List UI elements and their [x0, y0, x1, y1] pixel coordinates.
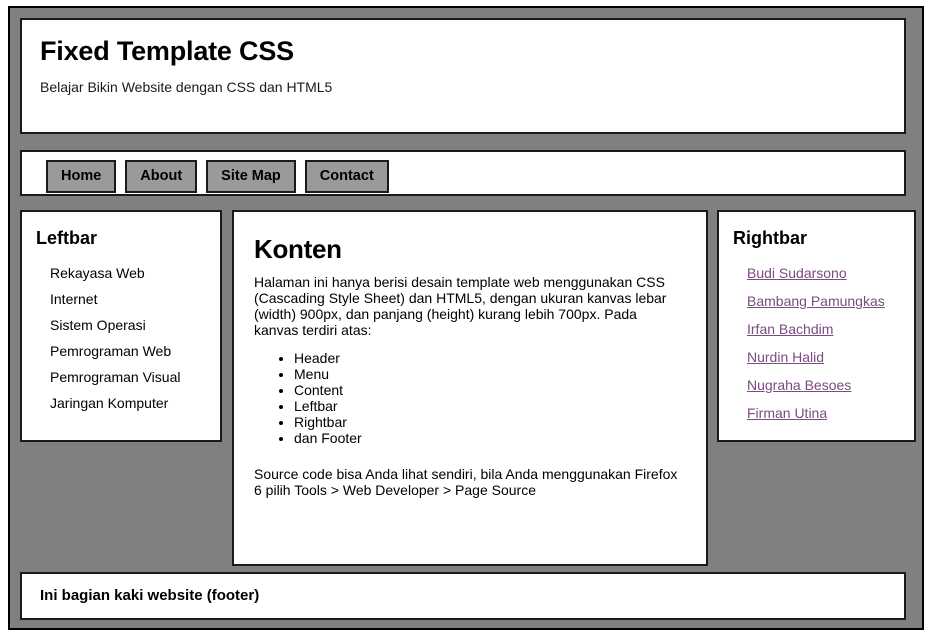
rightbar-link[interactable]: Nugraha Besoes [747, 377, 851, 393]
leftbar-list: Rekayasa Web Internet Sistem Operasi Pem… [22, 265, 220, 411]
main-navigation: Home About Site Map Contact [20, 150, 906, 196]
nav-link-about[interactable]: About [125, 160, 198, 193]
list-item: Rekayasa Web [50, 265, 145, 281]
content-area: Konten Halaman ini hanya berisi desain t… [232, 210, 708, 566]
list-item[interactable]: Irfan Bachdim [747, 321, 914, 339]
list-item[interactable]: Nurdin Halid [747, 349, 914, 367]
page-canvas: Fixed Template CSS Belajar Bikin Website… [8, 6, 924, 630]
list-item[interactable]: Firman Utina [747, 405, 914, 423]
leftbar-title: Leftbar [36, 228, 98, 248]
nav-link-site-map[interactable]: Site Map [206, 160, 296, 193]
list-item: Pemrograman Web [50, 343, 172, 359]
list-item: Header [294, 350, 684, 366]
content-source-note: Source code bisa Anda lihat sendiri, bil… [254, 466, 678, 498]
rightbar-link[interactable]: Firman Utina [747, 405, 827, 421]
nav-item-contact[interactable]: Contact [304, 160, 389, 193]
list-item: Leftbar [294, 398, 684, 414]
rightbar-title: Rightbar [733, 228, 807, 248]
list-item: Menu [294, 366, 684, 382]
rightbar-link[interactable]: Irfan Bachdim [747, 321, 833, 337]
nav-item-about[interactable]: About [125, 160, 198, 193]
rightbar-link[interactable]: Bambang Pamungkas [747, 293, 885, 309]
list-item: Jaringan Komputer [50, 395, 169, 411]
nav-item-site-map[interactable]: Site Map [206, 160, 296, 193]
site-tagline: Belajar Bikin Website dengan CSS dan HTM… [40, 79, 333, 95]
nav-link-contact[interactable]: Contact [304, 160, 389, 193]
list-item: Content [294, 382, 684, 398]
list-item: dan Footer [294, 430, 684, 446]
list-item: Internet [50, 291, 98, 307]
list-item[interactable]: Bambang Pamungkas [747, 293, 914, 311]
content-intro-paragraph: Halaman ini hanya berisi desain template… [254, 274, 667, 338]
rightbar-link[interactable]: Budi Sudarsono [747, 265, 847, 281]
page-title: Fixed Template CSS [40, 36, 294, 66]
leftbar: Leftbar Rekayasa Web Internet Sistem Ope… [20, 210, 222, 442]
nav-link-home[interactable]: Home [46, 160, 117, 193]
rightbar-link-list: Budi Sudarsono Bambang Pamungkas Irfan B… [719, 265, 914, 423]
list-item: Pemrograman Visual [50, 369, 181, 385]
content-title: Konten [254, 234, 342, 264]
rightbar-link[interactable]: Nurdin Halid [747, 349, 824, 365]
list-item[interactable]: Budi Sudarsono [747, 265, 914, 283]
footer-text: Ini bagian kaki website (footer) [40, 587, 260, 604]
site-footer: Ini bagian kaki website (footer) [20, 572, 906, 620]
list-item[interactable]: Nugraha Besoes [747, 377, 914, 395]
nav-item-home[interactable]: Home [46, 160, 117, 193]
site-header: Fixed Template CSS Belajar Bikin Website… [20, 18, 906, 134]
list-item: Sistem Operasi [50, 317, 146, 333]
list-item: Rightbar [294, 414, 684, 430]
content-parts-list: Header Menu Content Leftbar Rightbar dan… [254, 350, 684, 446]
rightbar: Rightbar Budi Sudarsono Bambang Pamungka… [717, 210, 916, 442]
nav-list: Home About Site Map Contact [22, 152, 904, 193]
